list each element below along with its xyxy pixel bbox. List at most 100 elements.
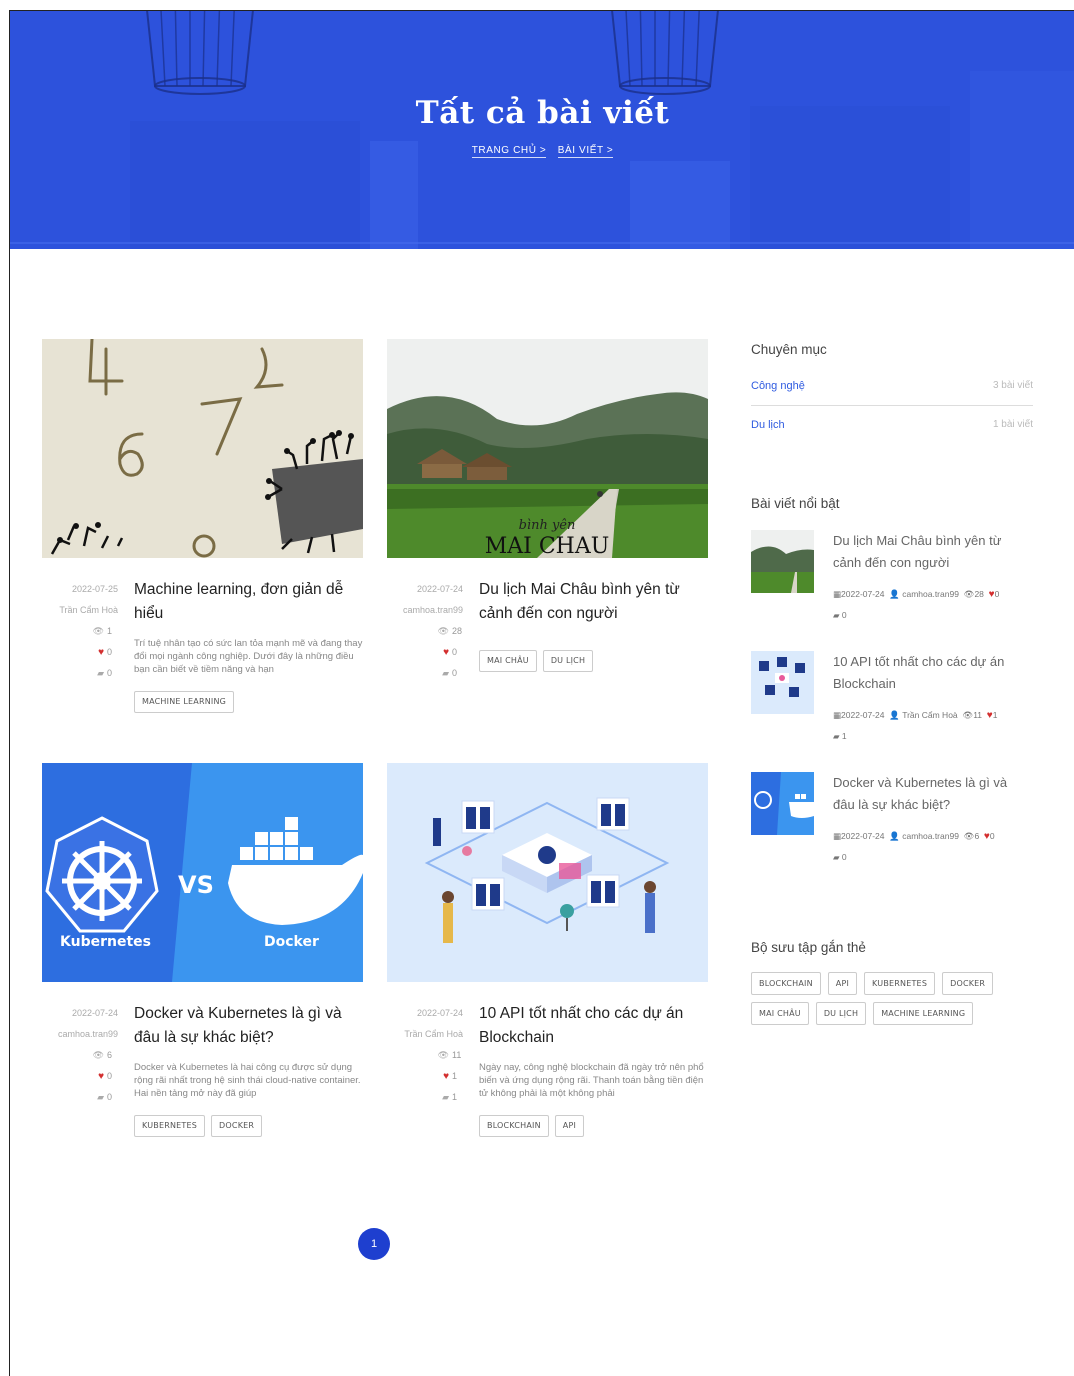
- post-author[interactable]: Trần Cẩm Hoà: [387, 1024, 463, 1045]
- sidebar-featured: Bài viết nổi bật Du lịch Mai Châu bình y…: [751, 496, 1033, 876]
- views-count: 6: [107, 1050, 113, 1060]
- eye-icon: 👁: [962, 710, 974, 720]
- user-icon: 👤: [889, 831, 900, 841]
- comments-count: 0: [107, 1092, 113, 1102]
- post-thumbnail[interactable]: Kubernetes VS Docker: [42, 763, 363, 982]
- tag-du-lich[interactable]: DU LỊCH: [815, 1002, 867, 1025]
- post-title[interactable]: 10 API tốt nhất cho các dự án Blockchain: [479, 1002, 707, 1050]
- post-title[interactable]: Machine learning, đơn giản dễ hiểu: [134, 578, 362, 626]
- post-card: Kubernetes VS Docker 2022-07-24 camhoa.t…: [42, 763, 363, 1143]
- calendar-icon: ▦: [833, 589, 842, 599]
- post-tags: KUBERNETES DOCKER: [134, 1115, 263, 1137]
- post-author[interactable]: camhoa.tran99: [42, 1024, 118, 1045]
- kubernetes-label: Kubernetes: [60, 934, 151, 950]
- breadcrumb-posts-link[interactable]: BÀI VIẾT >: [557, 145, 614, 158]
- featured-author[interactable]: Trần Cẩm Hoà: [902, 710, 957, 720]
- sidebar-tags: Bộ sưu tập gắn thẻ BLOCKCHAIN API KUBERN…: [751, 940, 1033, 1025]
- tag-blockchain[interactable]: BLOCKCHAIN: [479, 1115, 549, 1137]
- eye-icon: 👁: [437, 1050, 449, 1060]
- post-date: 2022-07-24: [416, 584, 463, 594]
- featured-meta: ▦2022-07-24 👤 camhoa.tran99 👁28 ♥0 ▰ 0: [833, 584, 1033, 626]
- breadcrumb: TRANG CHỦ > BÀI VIẾT >: [10, 145, 1074, 158]
- featured-title[interactable]: Du lịch Mai Châu bình yên từ cảnh đến co…: [833, 530, 1023, 574]
- category-item[interactable]: Du lịch 1 bài viết: [751, 406, 1033, 444]
- kubernetes-vs-docker-image: Kubernetes VS Docker: [42, 763, 363, 982]
- tag-du-lich[interactable]: DU LỊCH: [542, 650, 594, 672]
- tag-blockchain[interactable]: BLOCKCHAIN: [751, 972, 821, 995]
- featured-views: 28: [974, 589, 984, 599]
- calendar-icon: ▦: [833, 710, 842, 720]
- comment-icon: ▰: [442, 1092, 449, 1102]
- post-meta: 2022-07-25 Trần Cẩm Hoà 👁 1 ♥ 0 ▰ 0: [42, 579, 118, 684]
- category-item[interactable]: Công nghệ 3 bài viết: [751, 367, 1033, 405]
- comment-icon: ▰: [833, 731, 840, 741]
- post-thumbnail[interactable]: bình yên MAI CHAU: [387, 339, 708, 558]
- tag-docker[interactable]: DOCKER: [942, 972, 994, 995]
- featured-comments: 1: [841, 731, 847, 741]
- page: Tất cả bài viết TRANG CHỦ > BÀI VIẾT > 2…: [9, 10, 1074, 1376]
- post-thumbnail[interactable]: [387, 763, 708, 982]
- post-title[interactable]: Docker và Kubernetes là gì và đâu là sự …: [134, 1002, 362, 1050]
- featured-date: 2022-07-24: [841, 589, 885, 599]
- post-date: 2022-07-25: [71, 584, 118, 594]
- post-thumbnail[interactable]: [42, 339, 363, 558]
- post-tags: MAI CHÂU DU LỊCH: [479, 650, 594, 672]
- featured-date: 2022-07-24: [841, 710, 885, 720]
- comment-icon: ▰: [97, 1092, 104, 1102]
- post-excerpt: Ngày nay, công nghệ blockchain đã ngày t…: [479, 1062, 704, 1099]
- views-count: 1: [107, 626, 113, 636]
- comment-icon: ▰: [833, 610, 840, 620]
- docker-label: Docker: [264, 934, 319, 950]
- pagination-page-1[interactable]: 1: [358, 1228, 390, 1260]
- featured-comments: 0: [841, 610, 847, 620]
- tag-docker[interactable]: DOCKER: [211, 1115, 263, 1137]
- featured-author[interactable]: camhoa.tran99: [902, 589, 959, 599]
- category-name[interactable]: Du lịch: [751, 406, 785, 444]
- post-date: 2022-07-24: [416, 1008, 463, 1018]
- tag-api[interactable]: API: [554, 1115, 585, 1137]
- featured-heading: Bài viết nổi bật: [751, 496, 840, 511]
- breadcrumb-home-link[interactable]: TRANG CHỦ >: [471, 145, 547, 158]
- post-title[interactable]: Du lịch Mai Châu bình yên từ cảnh đến co…: [479, 578, 707, 626]
- hero-banner: Tất cả bài viết TRANG CHỦ > BÀI VIẾT >: [10, 11, 1074, 249]
- likes-count: 0: [107, 1071, 113, 1081]
- featured-thumbnail[interactable]: [751, 651, 814, 714]
- featured-thumbnail[interactable]: [751, 772, 814, 835]
- category-count: 3 bài viết: [992, 380, 1033, 391]
- tag-mai-chau[interactable]: MAI CHÂU: [751, 1002, 809, 1025]
- tag-mai-chau[interactable]: MAI CHÂU: [479, 650, 537, 672]
- post-tags: BLOCKCHAIN API: [479, 1115, 585, 1137]
- featured-item[interactable]: Docker và Kubernetes là gì và đâu là sự …: [751, 772, 1033, 882]
- tag-api[interactable]: API: [827, 972, 858, 995]
- post-author[interactable]: camhoa.tran99: [387, 600, 463, 621]
- eye-icon: 👁: [963, 589, 975, 599]
- featured-likes: 0: [989, 831, 995, 841]
- post-excerpt: Trí tuệ nhân tạo có sức lan tỏa mạnh mẽ …: [134, 638, 363, 675]
- tag-kubernetes[interactable]: KUBERNETES: [864, 972, 936, 995]
- post-card: 2022-07-24 Trần Cẩm Hoà 👁 11 ♥ 1 ▰ 1 10 API…: [387, 763, 708, 1143]
- eye-icon: 👁: [92, 626, 104, 636]
- categories-heading: Chuyên mục: [751, 342, 827, 357]
- featured-item[interactable]: 10 API tốt nhất cho các dự án Blockchain…: [751, 651, 1033, 761]
- tag-machine-learning[interactable]: MACHINE LEARNING: [873, 1002, 974, 1025]
- blockchain-isometric-image: [387, 763, 708, 982]
- featured-title[interactable]: Docker và Kubernetes là gì và đâu là sự …: [833, 772, 1023, 816]
- featured-likes: 0: [994, 589, 1000, 599]
- comments-count: 0: [107, 668, 113, 678]
- sidebar-categories: Chuyên mục Công nghệ 3 bài viết Du lịch …: [751, 342, 1033, 444]
- featured-likes: 1: [992, 710, 998, 720]
- likes-count: 0: [452, 647, 458, 657]
- featured-item[interactable]: Du lịch Mai Châu bình yên từ cảnh đến co…: [751, 530, 1033, 640]
- tag-machine-learning[interactable]: MACHINE LEARNING: [134, 691, 235, 713]
- category-name[interactable]: Công nghệ: [751, 367, 805, 405]
- post-author[interactable]: Trần Cẩm Hoà: [42, 600, 118, 621]
- likes-count: 1: [452, 1071, 458, 1081]
- tags-heading: Bộ sưu tập gắn thẻ: [751, 940, 866, 955]
- featured-thumbnail[interactable]: [751, 530, 814, 593]
- featured-author[interactable]: camhoa.tran99: [902, 831, 959, 841]
- post-meta: 2022-07-24 camhoa.tran99 👁 6 ♥ 0 ▰ 0: [42, 1003, 118, 1108]
- tag-kubernetes[interactable]: KUBERNETES: [134, 1115, 206, 1137]
- featured-title[interactable]: 10 API tốt nhất cho các dự án Blockchain: [833, 651, 1023, 695]
- eye-icon: 👁: [963, 831, 975, 841]
- svg-text:MAI CHAU: MAI CHAU: [485, 534, 610, 558]
